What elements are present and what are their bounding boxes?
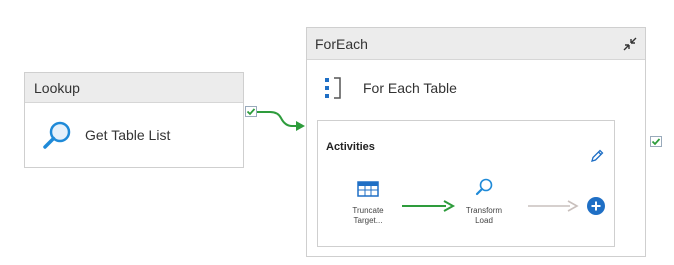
foreach-activity-name: For Each Table bbox=[363, 80, 457, 96]
transform-caption-line2: Load bbox=[475, 216, 493, 225]
transform-caption-line1: Transform bbox=[465, 206, 503, 215]
search-icon bbox=[43, 121, 71, 149]
activities-panel[interactable]: Activities Truncate Target... Transform … bbox=[317, 120, 615, 247]
foreach-title-row: For Each Table bbox=[323, 76, 457, 100]
pending-arrow[interactable] bbox=[526, 200, 580, 212]
connector-arrowhead bbox=[296, 121, 305, 131]
table-icon bbox=[357, 181, 379, 197]
add-icon[interactable] bbox=[586, 196, 606, 216]
lookup-body: Get Table List bbox=[41, 119, 170, 151]
lookup-activity[interactable]: Lookup Get Table List bbox=[24, 72, 244, 168]
foreach-header: ForEach bbox=[307, 28, 645, 60]
collapse-icon[interactable] bbox=[621, 35, 639, 53]
search-icon bbox=[475, 178, 493, 196]
foreach-activity[interactable]: ForEach For Each Table Activities Trunca… bbox=[306, 27, 646, 257]
lookup-header: Lookup bbox=[25, 73, 243, 103]
activities-label: Activities bbox=[326, 141, 375, 153]
foreach-icon bbox=[325, 77, 341, 99]
truncate-caption-line1: Truncate bbox=[352, 206, 384, 215]
transform-load-activity[interactable]: Transform Load bbox=[456, 177, 512, 226]
truncate-target-activity[interactable]: Truncate Target... bbox=[340, 181, 396, 226]
truncate-caption-line2: Target... bbox=[353, 216, 383, 225]
success-arrow[interactable] bbox=[400, 200, 456, 212]
lookup-success-check-icon[interactable] bbox=[245, 106, 257, 117]
pencil-icon[interactable] bbox=[590, 149, 604, 163]
lookup-activity-name: Get Table List bbox=[85, 127, 171, 143]
foreach-success-check-icon[interactable] bbox=[650, 136, 662, 147]
pipeline-canvas: Lookup Get Table List ForEach For Each T… bbox=[0, 0, 674, 265]
